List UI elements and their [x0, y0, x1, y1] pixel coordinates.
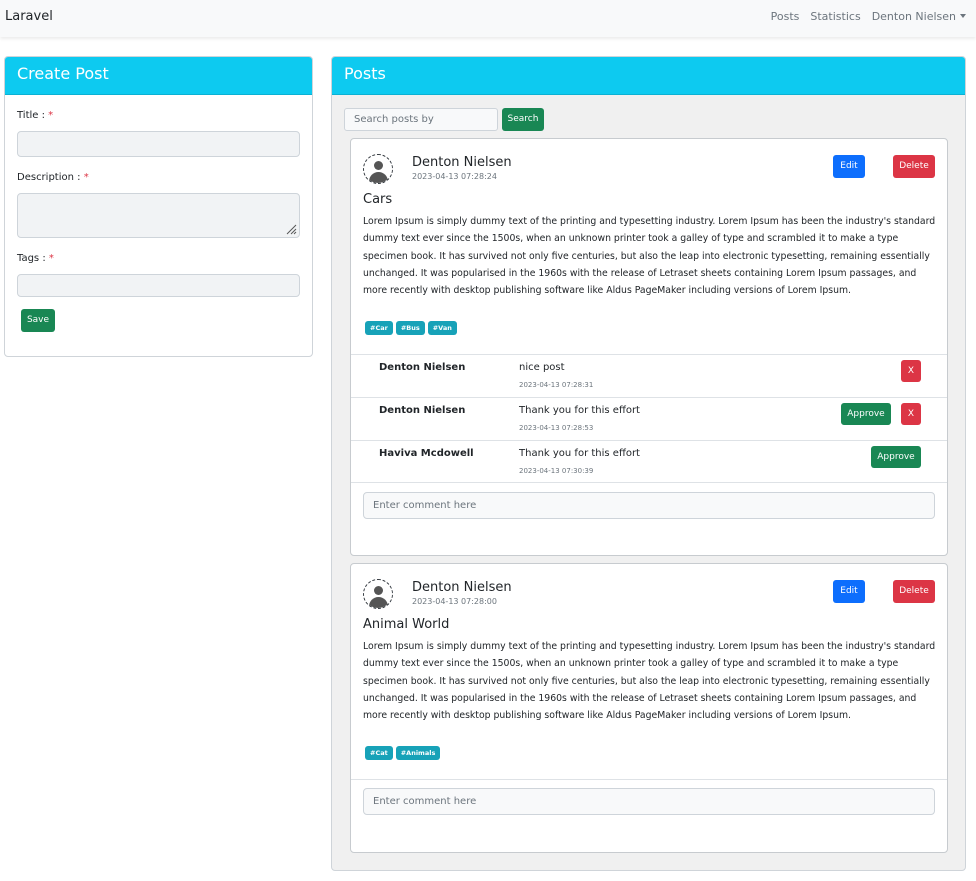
post-author: Denton Nielsen [412, 155, 512, 170]
post-description: Lorem Ipsum is simply dummy text of the … [363, 216, 936, 297]
comment-item: Denton Nielsen Thank you for this effort… [351, 397, 947, 440]
user-dropdown[interactable]: Denton Nielsen [872, 10, 966, 23]
save-button[interactable]: Save [21, 309, 55, 332]
description-textarea[interactable] [17, 193, 300, 238]
comment-text: Thank you for this effort [519, 448, 640, 459]
user-name: Denton Nielsen [871, 10, 956, 23]
approve-button[interactable]: Approve [871, 446, 921, 468]
tag-badge[interactable]: #Car [365, 321, 393, 335]
edit-button[interactable]: Edit [833, 155, 865, 178]
delete-button[interactable]: Delete [893, 580, 935, 603]
comment-author: Haviva Mcdowell [379, 448, 474, 459]
remove-comment-button[interactable]: X [901, 360, 921, 382]
user-avatar-icon [363, 154, 393, 184]
post-date: 2023-04-13 07:28:00 [412, 597, 497, 606]
tags-label: Tags : * [17, 253, 54, 264]
edit-button[interactable]: Edit [833, 580, 865, 603]
remove-comment-button[interactable]: X [901, 403, 921, 425]
comment-divider [351, 779, 947, 780]
post-tags: #Cat #Animals [365, 746, 441, 760]
posts-header: Posts [332, 57, 965, 95]
tag-badge[interactable]: #Animals [395, 746, 441, 760]
create-post-header: Create Post [5, 57, 312, 95]
post-card: Denton Nielsen 2023-04-13 07:28:24 Edit … [350, 138, 948, 556]
comment-input[interactable]: Enter comment here [363, 492, 935, 519]
create-post-card: Create Post Title : * Description : * Ta… [4, 56, 313, 357]
nav-link-statistics[interactable]: Statistics [810, 10, 860, 23]
tags-input[interactable] [17, 274, 300, 297]
comment-item: Haviva Mcdowell Thank you for this effor… [351, 440, 947, 483]
post-card: Denton Nielsen 2023-04-13 07:28:00 Edit … [350, 563, 948, 853]
search-button[interactable]: Search [502, 108, 544, 131]
dropdown-caret-icon [960, 14, 966, 18]
nav-link-posts[interactable]: Posts [771, 10, 800, 23]
comment-text: Thank you for this effort [519, 405, 640, 416]
delete-button[interactable]: Delete [893, 155, 935, 178]
comment-author: Denton Nielsen [379, 362, 466, 373]
tag-badge[interactable]: #Van [427, 321, 457, 335]
user-avatar-icon [363, 579, 393, 609]
post-date: 2023-04-13 07:28:24 [412, 172, 497, 181]
posts-card: Posts Search posts by Search Denton Niel… [331, 56, 966, 871]
post-title: Cars [363, 192, 393, 207]
brand-link[interactable]: Laravel [5, 9, 53, 24]
comment-text: nice post [519, 362, 565, 373]
post-description: Lorem Ipsum is simply dummy text of the … [363, 641, 936, 722]
comment-date: 2023-04-13 07:28:53 [519, 424, 594, 432]
title-input[interactable] [17, 131, 300, 157]
comment-date: 2023-04-13 07:28:31 [519, 381, 594, 389]
description-label: Description : * [17, 172, 89, 183]
post-tags: #Car #Bus #Van [365, 321, 457, 335]
approve-button[interactable]: Approve [841, 403, 891, 425]
comment-item: Denton Nielsen nice post 2023-04-13 07:2… [351, 354, 947, 397]
comment-input[interactable]: Enter comment here [363, 788, 935, 815]
tag-badge[interactable]: #Bus [395, 321, 425, 335]
comment-date: 2023-04-13 07:30:39 [519, 467, 594, 475]
post-title: Animal World [363, 617, 450, 632]
nav-links: Posts Statistics Denton Nielsen [771, 10, 966, 23]
textarea-resize-icon [286, 224, 297, 235]
comment-author: Denton Nielsen [379, 405, 466, 416]
post-author: Denton Nielsen [412, 580, 512, 595]
title-label: Title : * [17, 110, 54, 121]
navbar: Laravel Posts Statistics Denton Nielsen [0, 0, 976, 37]
tag-badge[interactable]: #Cat [365, 746, 393, 760]
search-input[interactable]: Search posts by [344, 108, 498, 131]
